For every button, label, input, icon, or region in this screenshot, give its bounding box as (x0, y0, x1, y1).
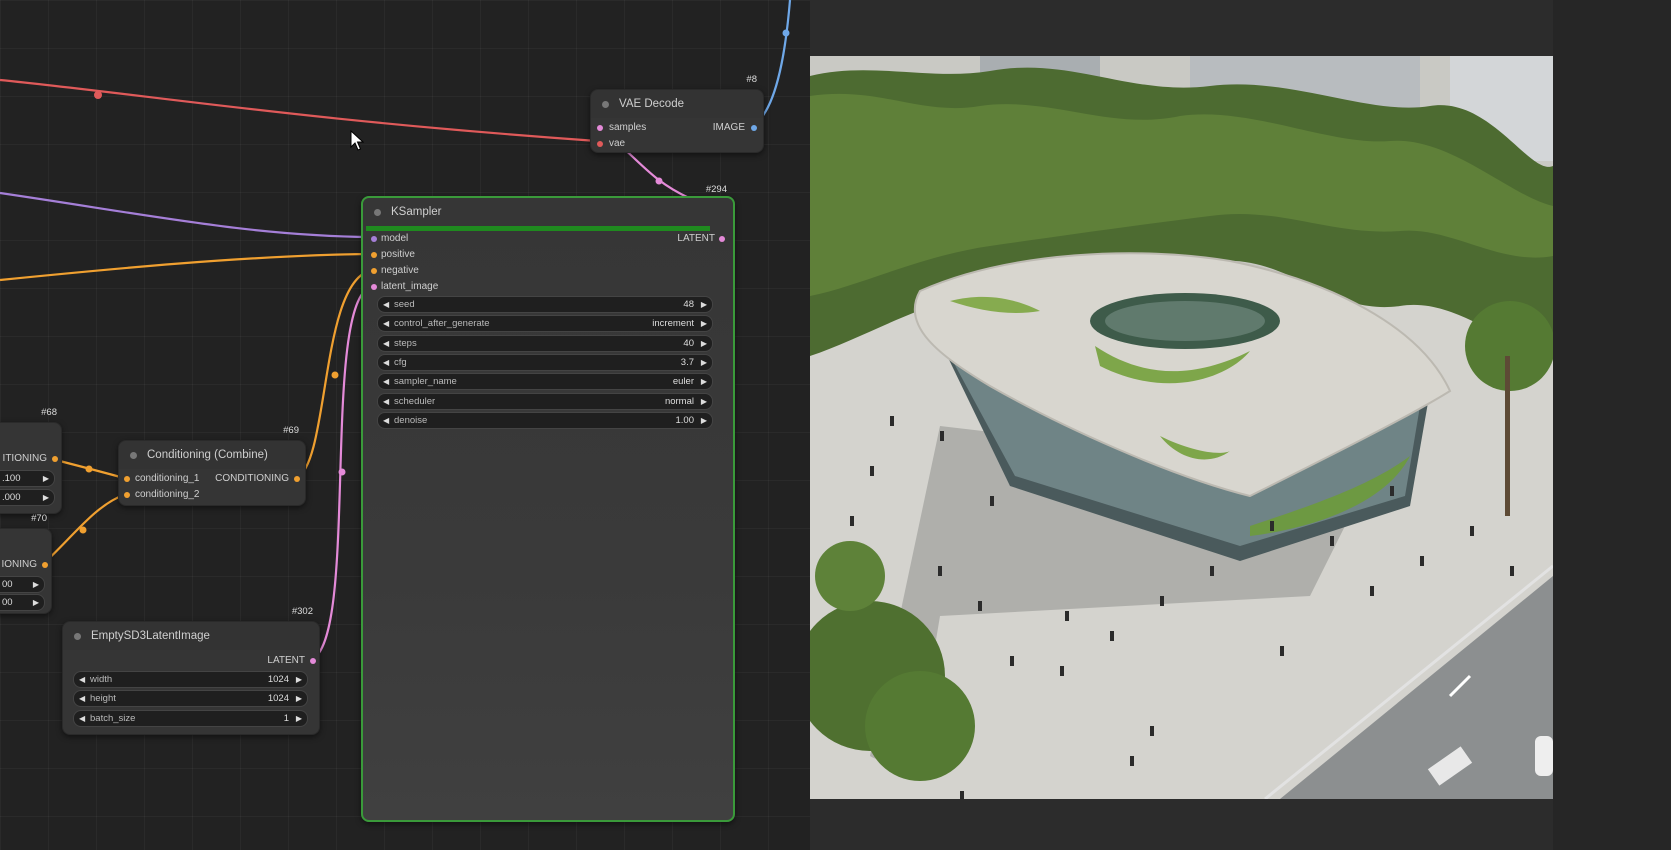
input-socket-icon[interactable] (371, 268, 377, 274)
arrow-left-icon[interactable]: ◀ (79, 711, 85, 726)
node-id: #70 (31, 513, 47, 524)
arrow-right-icon[interactable]: ▶ (701, 394, 707, 409)
wire-reroute-dot (655, 177, 663, 185)
arrow-left-icon[interactable]: ◀ (383, 355, 389, 370)
input-socket-icon[interactable] (124, 492, 130, 498)
wire-reroute-dot (85, 465, 93, 473)
slot-output[interactable]: ITIONING (0, 451, 61, 467)
slot-output[interactable]: IONING (0, 557, 51, 573)
output-socket-icon[interactable] (294, 476, 300, 482)
widget-height[interactable]: ◀ height 1024 ▶ (73, 690, 308, 707)
wire-model (0, 191, 373, 239)
wire-reroute-dot (331, 371, 339, 379)
widget-value[interactable]: 00 ▶ (0, 594, 45, 611)
arrow-left-icon[interactable]: ◀ (383, 316, 389, 331)
widget-control-after-generate[interactable]: ◀ control_after_generate increment ▶ (377, 315, 713, 332)
arrow-left-icon[interactable]: ◀ (383, 336, 389, 351)
collapse-dot-icon[interactable] (374, 209, 381, 216)
arrow-right-icon[interactable]: ▶ (701, 374, 707, 389)
widget-value[interactable]: .000 ▶ (0, 489, 55, 506)
wire-conditioning-1 (51, 457, 125, 480)
input-socket-icon[interactable] (124, 476, 130, 482)
widget-batch-size[interactable]: ◀ batch_size 1 ▶ (73, 710, 308, 727)
conditioning-node-68[interactable]: #68 ITIONING .100 ▶ .000 ▶ (0, 407, 62, 514)
wire-reroute-dot (782, 29, 790, 37)
vae-decode-node[interactable]: #8 VAE Decode samples IMAGE vae (590, 74, 764, 153)
node-id: #302 (291, 606, 313, 617)
arrow-right-icon[interactable]: ▶ (701, 413, 707, 428)
arrow-right-icon[interactable]: ▶ (33, 595, 39, 610)
node-id: #68 (41, 407, 57, 418)
conditioning-node-70[interactable]: #70 IONING 00 ▶ 00 ▶ (0, 513, 52, 614)
slot-latent-image[interactable]: latent_image (363, 279, 733, 295)
node-title[interactable]: EmptySD3LatentImage (63, 622, 319, 650)
arrow-right-icon[interactable]: ▶ (296, 711, 302, 726)
input-socket-icon[interactable] (597, 141, 603, 147)
node-title[interactable]: KSampler (363, 198, 733, 226)
arrow-right-icon[interactable]: ▶ (296, 672, 302, 687)
arrow-right-icon[interactable]: ▶ (33, 577, 39, 592)
conditioning-combine-node[interactable]: #69 Conditioning (Combine) conditioning_… (118, 425, 306, 506)
wire-reroute-dot (338, 468, 346, 476)
output-socket-icon[interactable] (751, 125, 757, 131)
widget-sampler-name[interactable]: ◀ sampler_name euler ▶ (377, 373, 713, 390)
node-title[interactable]: VAE Decode (591, 90, 763, 118)
slot-latent-output[interactable]: LATENT (63, 653, 319, 669)
arrow-left-icon[interactable]: ◀ (79, 672, 85, 687)
widget-scheduler[interactable]: ◀ scheduler normal ▶ (377, 393, 713, 410)
widget-denoise[interactable]: ◀ denoise 1.00 ▶ (377, 412, 713, 429)
arrow-left-icon[interactable]: ◀ (383, 394, 389, 409)
arrow-right-icon[interactable]: ▶ (701, 316, 707, 331)
slot-samples[interactable]: samples IMAGE (591, 120, 763, 136)
wire-reroute-dot (79, 526, 87, 534)
arrow-left-icon[interactable]: ◀ (383, 297, 389, 312)
arrow-left-icon[interactable]: ◀ (383, 374, 389, 389)
node-id: #294 (705, 184, 727, 195)
output-socket-icon[interactable] (719, 236, 725, 242)
arrow-right-icon[interactable]: ▶ (296, 691, 302, 706)
arrow-right-icon[interactable]: ▶ (701, 336, 707, 351)
widget-seed[interactable]: ◀ seed 48 ▶ (377, 296, 713, 313)
arrow-left-icon[interactable]: ◀ (383, 413, 389, 428)
side-panel (1553, 0, 1671, 850)
arrow-right-icon[interactable]: ▶ (43, 490, 49, 505)
node-graph-canvas[interactable]: #8 VAE Decode samples IMAGE vae #294 KSa… (0, 0, 810, 850)
arrow-left-icon[interactable]: ◀ (79, 691, 85, 706)
output-socket-icon[interactable] (310, 658, 316, 664)
input-socket-icon[interactable] (371, 252, 377, 258)
slot-model[interactable]: model LATENT (363, 231, 733, 247)
wire-vae (0, 78, 598, 143)
collapse-dot-icon[interactable] (130, 452, 137, 459)
arrow-right-icon[interactable]: ▶ (43, 471, 49, 486)
input-socket-icon[interactable] (371, 236, 377, 242)
input-socket-icon[interactable] (597, 125, 603, 131)
arrow-right-icon[interactable]: ▶ (701, 297, 707, 312)
node-id: #8 (746, 74, 757, 85)
mouse-pointer-icon (350, 130, 365, 151)
slot-positive[interactable]: positive (363, 247, 733, 263)
widget-cfg[interactable]: ◀ cfg 3.7 ▶ (377, 354, 713, 371)
widget-steps[interactable]: ◀ steps 40 ▶ (377, 335, 713, 352)
arrow-right-icon[interactable]: ▶ (701, 355, 707, 370)
slot-negative[interactable]: negative (363, 263, 733, 279)
output-socket-icon[interactable] (42, 562, 48, 568)
widget-strength[interactable]: .100 ▶ (0, 470, 55, 487)
widget-strength[interactable]: 00 ▶ (0, 576, 45, 593)
slot-vae[interactable]: vae (591, 136, 763, 152)
node-title[interactable]: Conditioning (Combine) (119, 441, 305, 469)
empty-latent-image-node[interactable]: #302 EmptySD3LatentImage LATENT ◀ width … (62, 606, 320, 735)
collapse-dot-icon[interactable] (602, 101, 609, 108)
input-socket-icon[interactable] (371, 284, 377, 290)
wire-reroute-dot (94, 91, 102, 99)
node-id: #69 (283, 425, 299, 436)
ksampler-node[interactable]: #294 KSampler model LATENT positive nega… (361, 184, 735, 822)
generated-image-preview[interactable] (810, 56, 1553, 799)
widget-width[interactable]: ◀ width 1024 ▶ (73, 671, 308, 688)
wire-positive (0, 252, 373, 282)
collapse-dot-icon[interactable] (74, 633, 81, 640)
slot-conditioning-2[interactable]: conditioning_2 (119, 487, 305, 503)
slot-conditioning-1[interactable]: conditioning_1 CONDITIONING (119, 471, 305, 487)
output-socket-icon[interactable] (52, 456, 58, 462)
